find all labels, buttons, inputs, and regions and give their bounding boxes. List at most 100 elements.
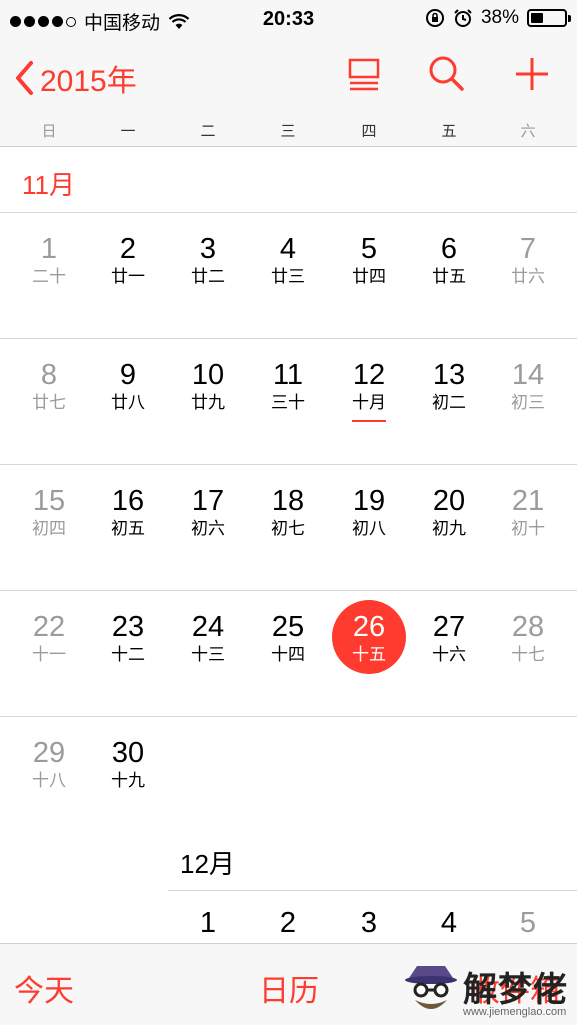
day-cell[interactable]: 23 十二 [88, 611, 168, 665]
day-cell[interactable]: 1 二十 [9, 233, 89, 287]
lunar-date: 十七 [511, 645, 545, 664]
weekday-header: 日 一 二 三 四 五 六 [0, 120, 577, 142]
lunar-date: 十四 [271, 645, 305, 664]
lunar-month-start-marker [352, 420, 386, 422]
rotation-lock-icon [425, 9, 444, 27]
day-cell[interactable]: 4 [409, 907, 489, 939]
day-cell[interactable]: 5 廿四 [329, 233, 409, 287]
day-number: 28 [511, 611, 545, 643]
lunar-date: 十五 [352, 645, 386, 664]
day-cell[interactable]: 13 初二 [409, 359, 489, 413]
day-number: 24 [191, 611, 225, 643]
back-label: 2015年 [40, 65, 137, 98]
day-number: 10 [191, 359, 225, 391]
lunar-date: 廿二 [191, 267, 225, 286]
add-icon[interactable] [512, 54, 552, 94]
day-cell[interactable]: 20 初九 [409, 485, 489, 539]
day-number: 18 [271, 485, 305, 517]
watermark-url: www.jiemenglao.com [463, 1006, 567, 1018]
day-number: 9 [119, 359, 137, 391]
day-number: 5 [519, 907, 537, 939]
day-cell[interactable]: 21 初十 [488, 485, 568, 539]
day-cell[interactable]: 7 廿六 [488, 233, 568, 287]
day-cell[interactable]: 2 [248, 907, 328, 939]
day-number: 4 [279, 233, 297, 265]
day-cell[interactable]: 11 三十 [248, 359, 328, 413]
weekday-sun: 日 [41, 123, 57, 140]
list-view-icon[interactable] [344, 54, 384, 94]
day-cell[interactable]: 25 十四 [248, 611, 328, 665]
day-cell[interactable]: 6 廿五 [409, 233, 489, 287]
day-number: 21 [511, 485, 545, 517]
day-cell[interactable]: 14 初三 [488, 359, 568, 413]
day-number: 14 [511, 359, 545, 391]
search-icon[interactable] [426, 54, 466, 94]
lunar-date: 廿四 [352, 267, 386, 286]
day-number: 3 [360, 907, 378, 939]
day-number: 7 [519, 233, 537, 265]
day-cell[interactable]: 2 廿一 [88, 233, 168, 287]
lunar-date: 初五 [111, 519, 145, 538]
lunar-date: 廿五 [432, 267, 466, 286]
status-bar: 中国移动 20:33 38% [0, 0, 577, 38]
lunar-date: 初七 [271, 519, 305, 538]
day-number: 11 [272, 359, 304, 391]
day-cell[interactable]: 4 廿三 [248, 233, 328, 287]
lunar-date: 十月 [352, 393, 386, 412]
day-number: 13 [432, 359, 466, 391]
week-separator [0, 338, 577, 339]
day-cell[interactable]: 19 初八 [329, 485, 409, 539]
back-to-year-button[interactable]: 2015年 [14, 56, 137, 100]
tab-bar: 今天 日历 收件箱 解梦佬 www.jiemenglao.com [0, 943, 577, 1025]
day-cell[interactable]: 28 十七 [488, 611, 568, 665]
day-number: 17 [191, 485, 225, 517]
day-cell[interactable]: 1 [168, 907, 248, 939]
day-cell[interactable]: 9 廿八 [88, 359, 168, 413]
weekday-fri: 五 [441, 123, 457, 140]
month-calendar: 11月 12月 1 二十 2 廿一 3 廿二 4 廿三 5 廿四 6 廿五 7 廿六 8 廿七 9 廿八 10 廿九 1… [0, 147, 577, 943]
watermark-text: 解梦佬 [463, 971, 568, 1009]
lunar-date: 廿三 [271, 267, 305, 286]
day-cell[interactable]: 3 [329, 907, 409, 939]
day-number: 25 [271, 611, 305, 643]
calendars-button[interactable]: 日历 [259, 966, 319, 1010]
day-cell[interactable]: 17 初六 [168, 485, 248, 539]
lunar-date: 十三 [191, 645, 225, 664]
week-separator [0, 716, 168, 717]
day-cell[interactable]: 15 初四 [9, 485, 89, 539]
lunar-date: 初四 [32, 519, 66, 538]
weekday-wed: 三 [280, 123, 296, 140]
day-cell[interactable]: 26 十五 [329, 611, 409, 665]
day-cell[interactable]: 3 廿二 [168, 233, 248, 287]
today-button[interactable]: 今天 [14, 966, 74, 1010]
day-number: 22 [32, 611, 66, 643]
day-cell[interactable]: 29 十八 [9, 737, 89, 791]
day-number: 16 [111, 485, 145, 517]
day-cell[interactable]: 5 [488, 907, 568, 939]
day-cell[interactable]: 27 十六 [409, 611, 489, 665]
day-cell[interactable]: 12 十月 [329, 359, 409, 413]
day-number: 26 [352, 611, 386, 643]
month-label-december: 12月 [180, 849, 235, 879]
day-cell[interactable]: 10 廿九 [168, 359, 248, 413]
lunar-date: 初八 [352, 519, 386, 538]
day-cell[interactable]: 8 廿七 [9, 359, 89, 413]
day-cell[interactable]: 30 十九 [88, 737, 168, 791]
chevron-left-icon [16, 61, 33, 95]
day-cell[interactable]: 24 十三 [168, 611, 248, 665]
lunar-date: 廿八 [111, 393, 145, 412]
detective-icon [405, 966, 457, 1009]
day-cell[interactable]: 16 初五 [88, 485, 168, 539]
lunar-date: 廿七 [32, 393, 66, 412]
day-cell[interactable]: 22 十一 [9, 611, 89, 665]
lunar-date: 初六 [191, 519, 225, 538]
day-number: 29 [32, 737, 66, 769]
day-number: 6 [440, 233, 458, 265]
lunar-date: 初二 [432, 393, 466, 412]
weekday-sat: 六 [520, 123, 536, 140]
day-number: 2 [119, 233, 137, 265]
day-cell[interactable]: 18 初七 [248, 485, 328, 539]
lunar-date: 十六 [432, 645, 466, 664]
day-number: 19 [352, 485, 386, 517]
day-number: 30 [111, 737, 145, 769]
